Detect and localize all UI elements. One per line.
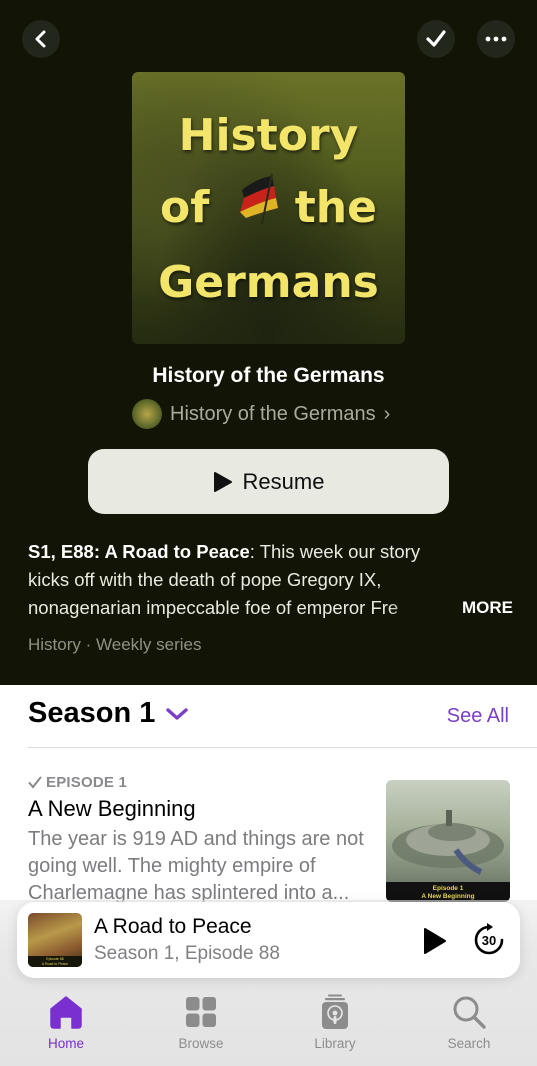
episode-heading: S1, E88: A Road to Peace [28, 541, 250, 562]
checkmark-icon [28, 776, 42, 789]
skip-seconds-label: 30 [482, 933, 496, 948]
mini-player[interactable]: Episode 88 A Road to Peace A Road to Pea… [17, 902, 520, 978]
resume-label: Resume [242, 468, 325, 494]
mini-player-title: A Road to Peace [94, 915, 252, 938]
play-icon [213, 471, 232, 492]
show-header: History of the Germans History of the Ge… [0, 0, 537, 685]
tab-label: Browse [178, 1036, 224, 1051]
episode-thumbnail: Episode 1 A New Beginning [386, 780, 510, 902]
artwork-title-line3: Germans [158, 257, 379, 308]
tab-browse[interactable]: Browse [156, 994, 246, 1051]
artwork-title-line1: History [178, 110, 359, 161]
more-button[interactable]: MORE [462, 594, 513, 622]
tab-home[interactable]: Home [21, 994, 111, 1051]
chevron-down-icon [166, 707, 189, 720]
tab-label: Library [314, 1036, 356, 1051]
mini-player-subtitle: Season 1, Episode 88 [94, 943, 280, 964]
publisher-avatar [132, 399, 162, 429]
mark-played-button[interactable] [417, 20, 455, 58]
podcast-library-icon [322, 994, 348, 1029]
tab-library[interactable]: Library [290, 994, 380, 1051]
tab-label: Home [47, 1036, 84, 1051]
chevron-right-icon: › [383, 402, 391, 425]
chevron-left-icon [35, 30, 46, 48]
fortress-illustration [392, 810, 504, 875]
skip-forward-30-icon[interactable]: 30 [471, 922, 507, 958]
show-title: History of the Germans [152, 364, 385, 387]
tab-label: Search [447, 1036, 491, 1051]
mini-art-caption-line: A Road to Peace [41, 961, 69, 966]
magnifying-glass-icon [453, 996, 486, 1029]
show-metadata: History · Weekly series [28, 635, 202, 654]
publisher-link[interactable]: History of the Germans › [132, 398, 390, 430]
season-title: Season 1 [28, 697, 156, 729]
see-all-link[interactable]: See All [447, 705, 509, 728]
thumbnail-caption-line: Episode 1 [432, 885, 464, 892]
description-text: nonagenarian impeccable foe of emperor F… [28, 597, 399, 618]
season-selector[interactable]: Season 1 [28, 697, 189, 730]
episode-number-label: EPISODE 1 [46, 774, 127, 791]
show-artwork: History of the Germans [132, 72, 405, 344]
episode-title: A New Beginning [28, 796, 196, 821]
more-options-button[interactable] [477, 20, 515, 58]
checkmark-icon [426, 30, 446, 47]
divider [28, 747, 537, 748]
mini-art-caption: Episode 88 A Road to Peace [28, 956, 82, 967]
play-icon[interactable] [419, 926, 449, 956]
resume-button[interactable]: Resume [88, 449, 449, 514]
thumbnail-caption: Episode 1 A New Beginning [386, 882, 510, 902]
description-text: kicks off with the death of pope Gregory… [28, 569, 382, 590]
episode-description: S1, E88: A Road to Peace: This week our … [28, 538, 513, 622]
ellipsis-icon [485, 36, 507, 42]
house-icon [50, 996, 82, 1029]
episode-number: EPISODE 1 [28, 774, 127, 791]
publisher-name: History of the Germans [170, 402, 376, 425]
tab-search[interactable]: Search [424, 994, 514, 1051]
episode-summary: The year is 919 AD and things are not go… [28, 828, 364, 904]
grid-icon [186, 997, 216, 1027]
description-text: : This week our story [249, 541, 421, 562]
mini-player-artwork: Episode 88 A Road to Peace [28, 913, 82, 967]
artwork-title-line2: of the [160, 182, 377, 233]
back-button[interactable] [22, 20, 60, 58]
